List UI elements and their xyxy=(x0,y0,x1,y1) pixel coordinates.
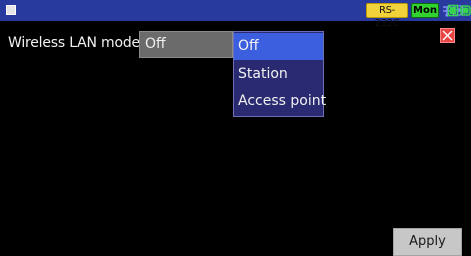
wireless-lan-mode-select[interactable]: Off xyxy=(139,31,233,58)
dropdown-list: Off Station Access point xyxy=(233,31,326,117)
battery-icon xyxy=(460,5,471,16)
dropdown-option-off[interactable]: Off xyxy=(234,33,323,60)
mon-badge: Mon xyxy=(411,3,439,18)
screen: RS-232C Mon Wireless LAN mode: Off Off S… xyxy=(0,0,471,256)
close-icon xyxy=(442,30,453,41)
apply-button[interactable]: Apply xyxy=(393,228,462,256)
close-button[interactable] xyxy=(440,28,455,43)
dropdown-option-station[interactable]: Station xyxy=(234,61,323,88)
rs232c-badge: RS-232C xyxy=(366,3,408,29)
menu-square-icon[interactable] xyxy=(6,5,16,15)
dropdown-option-access-point[interactable]: Access point xyxy=(234,88,326,115)
sd-card-icon xyxy=(447,4,459,17)
status-bar: RS-232C Mon xyxy=(0,0,471,29)
wireless-lan-mode-label: Wireless LAN mode: xyxy=(8,35,145,51)
